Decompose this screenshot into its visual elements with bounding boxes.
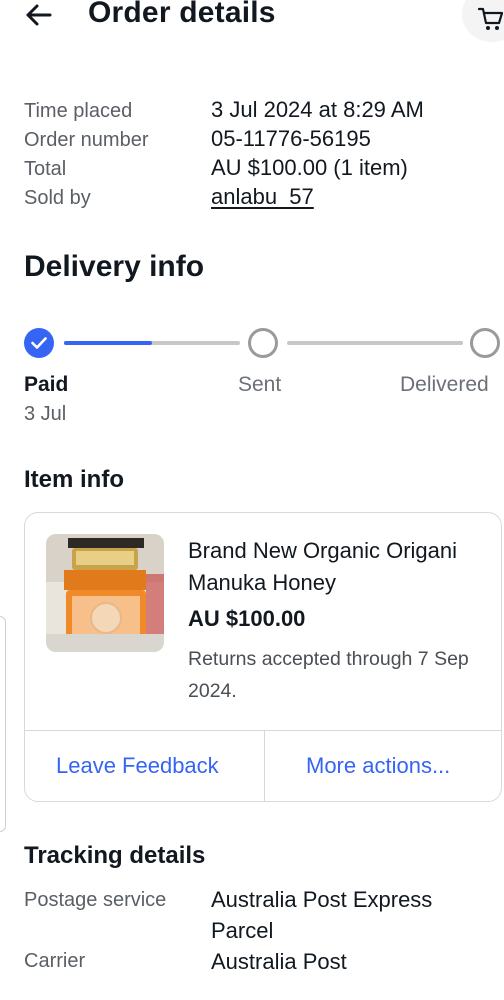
- more-actions-button[interactable]: More actions...: [306, 753, 450, 779]
- carrier-value: Australia Post: [211, 949, 347, 974]
- step-sent-circle-icon: [248, 328, 278, 358]
- delivery-info-heading: Delivery info: [24, 250, 205, 283]
- step-paid-date: 3 Jul: [24, 403, 67, 425]
- step-paid-check-icon: [24, 328, 54, 358]
- cart-button[interactable]: [462, 0, 504, 42]
- time-placed-label: Time placed: [24, 100, 133, 122]
- order-number-value: 05-11776-56195: [211, 126, 371, 151]
- item-image[interactable]: [46, 534, 164, 652]
- arrow-left-icon: [26, 4, 52, 26]
- cart-icon: [478, 7, 504, 30]
- card-divider: [24, 730, 502, 731]
- step-paid-label: Paid: [24, 373, 69, 396]
- progress-fill-1: [64, 341, 152, 345]
- returns-text: Returns accepted through 7 Sep 2024.: [188, 648, 469, 702]
- progress-track-2: [287, 341, 463, 345]
- step-delivered-circle-icon: [470, 328, 500, 358]
- order-number-label: Order number: [24, 129, 149, 151]
- page-title: Order details: [88, 0, 276, 29]
- postage-service-value: Australia Post Express Parcel: [211, 887, 433, 943]
- back-button[interactable]: [24, 0, 60, 30]
- carrier-label: Carrier: [24, 950, 86, 972]
- item-price: AU $100.00: [188, 606, 306, 631]
- side-panel-edge: [0, 616, 6, 832]
- item-info-heading: Item info: [24, 466, 124, 493]
- step-delivered-label: Delivered: [400, 373, 489, 396]
- total-value: AU $100.00 (1 item): [211, 155, 408, 180]
- seller-link[interactable]: anlabu_57: [211, 184, 314, 210]
- sold-by-label: Sold by: [24, 187, 91, 209]
- postage-service-label: Postage service: [24, 889, 167, 911]
- leave-feedback-button[interactable]: Leave Feedback: [56, 753, 219, 779]
- step-sent-label: Sent: [238, 373, 282, 396]
- card-divider: [264, 731, 265, 802]
- total-label: Total: [24, 158, 67, 180]
- item-title[interactable]: Brand New Organic Origani Manuka Honey: [188, 535, 488, 599]
- time-placed-value: 3 Jul 2024 at 8:29 AM: [211, 97, 424, 122]
- tracking-details-heading: Tracking details: [24, 842, 206, 869]
